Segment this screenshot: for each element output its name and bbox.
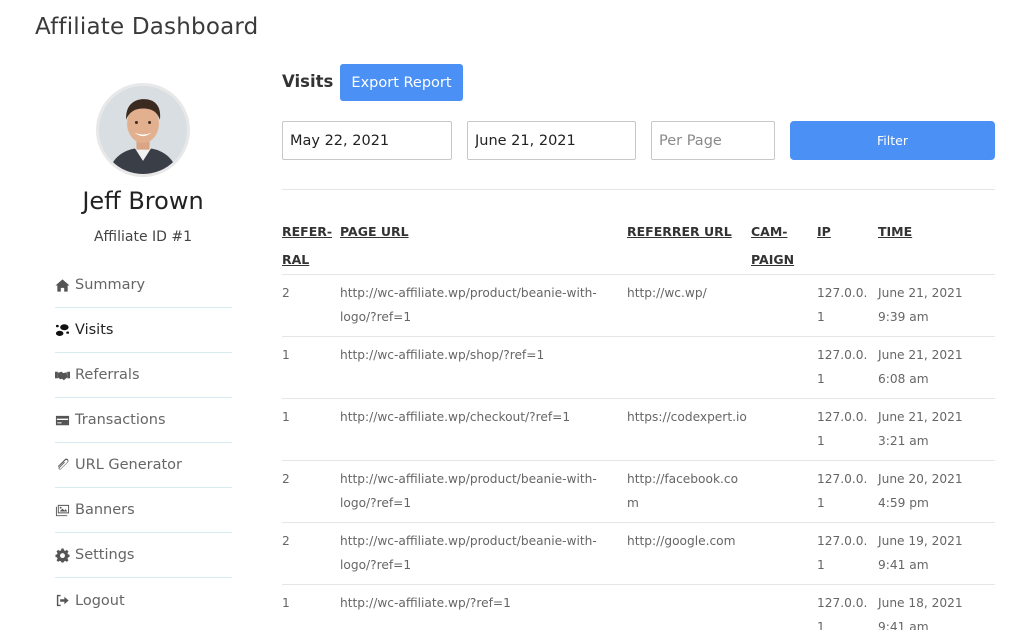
sidebar-item-logout[interactable]: Logout [55,578,232,623]
cell-campaign [751,523,817,585]
cell-referral: 2 [282,286,290,300]
cell-ip: 127.0.0.1 [817,596,868,630]
cell-referrer-url [627,585,751,630]
sidebar-item-banners[interactable]: Banners [55,488,232,533]
start-date-input[interactable] [282,121,452,160]
cell-page-url: http://wc-affiliate.wp/product/beanie-wi… [340,472,597,510]
table-header-row: REFER- RAL PAGE URL REFERRER URL CAM- PA… [282,218,995,275]
cell-referral: 1 [282,596,290,610]
cell-referral: 2 [282,472,290,486]
sidebar-item-label: Referrals [75,367,140,383]
sidebar-item-label: Transactions [75,412,166,428]
cell-referrer-url: http://facebook.com [627,472,739,510]
sidebar-nav: Summary Visits Referrals Transactions UR… [55,263,232,623]
cell-referrer-url: https://codexpert.io [627,410,747,424]
table-row: 1 http://wc-affiliate.wp/?ref=1 127.0.0.… [282,585,995,630]
cell-ip: 127.0.0.1 [817,472,868,510]
cell-referral: 1 [282,410,290,424]
cell-campaign [751,399,817,461]
logout-icon [55,593,70,608]
table-row: 2 http://wc-affiliate.wp/product/beanie-… [282,523,995,585]
table-row: 1 http://wc-affiliate.wp/shop/?ref=1 127… [282,337,995,399]
cell-time: June 21, 2021 6:08 am [878,348,963,386]
cell-referral: 1 [282,348,290,362]
column-header-page-url[interactable]: PAGE URL [340,218,627,275]
sidebar-item-label: Summary [75,277,146,293]
cell-campaign [751,275,817,337]
column-header-time[interactable]: TIME [878,218,995,275]
sidebar-item-label: Banners [75,502,135,518]
sidebar-item-label: Settings [75,547,135,563]
cell-time: June 21, 2021 9:39 am [878,286,963,324]
cell-referrer-url: http://wc.wp/ [627,286,707,300]
footsteps-icon [55,323,70,338]
table-row: 2 http://wc-affiliate.wp/product/beanie-… [282,275,995,337]
sidebar-item-url-generator[interactable]: URL Generator [55,443,232,488]
table-row: 2 http://wc-affiliate.wp/product/beanie-… [282,461,995,523]
cell-time: June 20, 2021 4:59 pm [878,472,963,510]
sidebar-item-label: Visits [75,322,114,338]
sidebar-item-referrals[interactable]: Referrals [55,353,232,398]
sidebar-item-transactions[interactable]: Transactions [55,398,232,443]
cell-referral: 2 [282,534,290,548]
handshake-icon [55,368,70,383]
affiliate-id: Affiliate ID #1 [93,229,193,245]
table-row: 1 http://wc-affiliate.wp/checkout/?ref=1… [282,399,995,461]
column-header-ip[interactable]: IP [817,218,878,275]
column-header-referrer-url[interactable]: REFERRER URL [627,218,751,275]
cell-ip: 127.0.0.1 [817,410,868,448]
cell-page-url: http://wc-affiliate.wp/checkout/?ref=1 [340,410,571,424]
cell-ip: 127.0.0.1 [817,534,868,572]
section-title: Visits [282,72,334,91]
home-icon [55,278,70,293]
cell-ip: 127.0.0.1 [817,348,868,386]
sidebar-item-label: Logout [75,592,125,609]
cell-page-url: http://wc-affiliate.wp/product/beanie-wi… [340,286,597,324]
cell-campaign [751,585,817,630]
cell-referrer-url [627,337,751,399]
paperclip-icon [55,458,70,473]
credit-card-icon [55,413,70,428]
cell-campaign [751,337,817,399]
column-header-campaign[interactable]: CAM- PAIGN [751,218,817,275]
cell-page-url: http://wc-affiliate.wp/?ref=1 [340,596,511,610]
divider [282,189,995,190]
cell-page-url: http://wc-affiliate.wp/product/beanie-wi… [340,534,597,572]
cell-time: June 21, 2021 3:21 am [878,410,963,448]
filter-button[interactable]: Filter [790,121,995,160]
gear-icon [55,547,70,563]
column-header-referral[interactable]: REFER- RAL [282,218,340,275]
cell-referrer-url: http://google.com [627,534,736,548]
per-page-input[interactable] [651,121,775,160]
user-name: Jeff Brown [82,187,204,215]
sidebar-item-visits[interactable]: Visits [55,308,232,353]
cell-campaign [751,461,817,523]
visits-table: REFER- RAL PAGE URL REFERRER URL CAM- PA… [282,218,995,630]
page-title: Affiliate Dashboard [35,14,259,40]
sidebar-item-settings[interactable]: Settings [55,533,232,578]
cell-page-url: http://wc-affiliate.wp/shop/?ref=1 [340,348,545,362]
avatar [96,83,190,177]
images-icon [55,503,70,518]
end-date-input[interactable] [467,121,636,160]
export-report-button[interactable]: Export Report [340,64,463,101]
cell-time: June 18, 2021 9:41 am [878,596,963,630]
cell-time: June 19, 2021 9:41 am [878,534,963,572]
cell-ip: 127.0.0.1 [817,286,868,324]
sidebar-item-summary[interactable]: Summary [55,263,232,308]
sidebar-item-label: URL Generator [75,457,183,473]
